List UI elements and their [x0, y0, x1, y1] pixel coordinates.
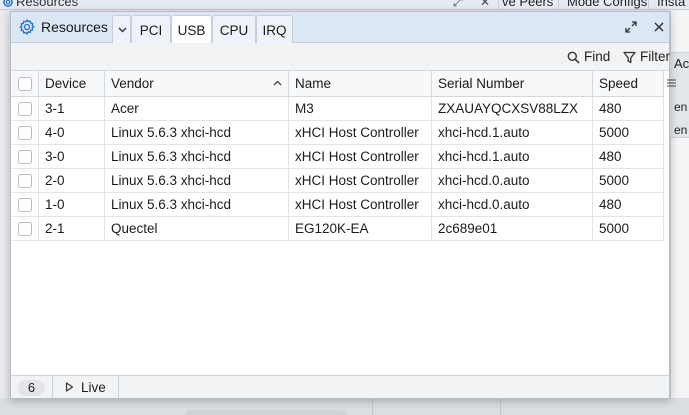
cell-name: M3	[289, 97, 432, 120]
background-tab-peers[interactable]: ve Peers	[498, 0, 561, 9]
filter-icon	[623, 51, 636, 64]
row-checkbox[interactable]	[18, 222, 32, 236]
cell-name: xHCI Host Controller	[289, 193, 432, 216]
cell-speed: 480	[593, 193, 664, 216]
table-row[interactable]: 2-1 Quectel EG120K-EA 2c689e01 5000	[11, 217, 664, 241]
background-scrollbar[interactable]	[185, 410, 347, 415]
tab-pci[interactable]: PCI	[131, 15, 171, 44]
cell-serial-number: 2c689e01	[432, 217, 593, 240]
cell-vendor: Acer	[105, 97, 289, 120]
find-label: Find	[584, 49, 611, 64]
column-header-vendor-label: Vendor	[111, 76, 154, 91]
cell-speed: 480	[593, 145, 664, 168]
cell-serial-number: xhci-hcd.0.auto	[432, 193, 593, 216]
table-row[interactable]: 4-0 Linux 5.6.3 xhci-hcd xHCI Host Contr…	[11, 121, 664, 145]
cell-device: 2-1	[39, 217, 105, 240]
live-label: Live	[81, 380, 106, 395]
row-checkbox[interactable]	[18, 126, 32, 140]
cell-name: EG120K-EA	[289, 217, 432, 240]
gear-icon	[19, 19, 35, 35]
resources-dialog: Resources PCI USB CPU IRQ Find Filter De…	[10, 11, 676, 399]
filter-label: Filter	[640, 49, 670, 64]
cell-vendor: Linux 5.6.3 xhci-hcd	[105, 145, 289, 168]
column-header-name[interactable]: Name	[289, 71, 432, 96]
find-button[interactable]: Find	[567, 49, 611, 67]
cell-name: xHCI Host Controller	[289, 169, 432, 192]
usb-devices-table: Device Vendor Name Serial Number Speed 3…	[11, 71, 676, 375]
divider	[372, 398, 373, 415]
cell-name: xHCI Host Controller	[289, 121, 432, 144]
cell-vendor: Linux 5.6.3 xhci-hcd	[105, 169, 289, 192]
table-row[interactable]: 2-0 Linux 5.6.3 xhci-hcd xHCI Host Contr…	[11, 169, 664, 193]
cell-serial-number: ZXAUAYQCXSV88LZX	[432, 97, 593, 120]
maximize-icon[interactable]	[623, 19, 639, 35]
close-icon[interactable]: ✕	[480, 0, 490, 9]
filter-button[interactable]: Filter	[623, 49, 671, 67]
header-select-cell	[11, 71, 39, 96]
row-select-cell	[11, 169, 39, 192]
row-checkbox[interactable]	[18, 150, 32, 164]
divider	[118, 376, 119, 399]
row-count-badge: 6	[18, 380, 45, 396]
search-icon	[567, 51, 580, 64]
background-tab-mode-configs[interactable]: Mode Configs	[558, 0, 655, 9]
column-header-device[interactable]: Device	[39, 71, 105, 96]
cell-speed: 5000	[593, 169, 664, 192]
row-checkbox[interactable]	[18, 102, 32, 116]
column-header-serial-number[interactable]: Serial Number	[432, 71, 593, 96]
table-row[interactable]: 3-0 Linux 5.6.3 xhci-hcd xHCI Host Contr…	[11, 145, 664, 169]
cell-vendor: Linux 5.6.3 xhci-hcd	[105, 121, 289, 144]
table-row[interactable]: 1-0 Linux 5.6.3 xhci-hcd xHCI Host Contr…	[11, 193, 664, 217]
maximize-icon[interactable]: ⤢	[453, 0, 463, 9]
tab-irq[interactable]: IRQ	[256, 15, 293, 44]
cell-device: 1-0	[39, 193, 105, 216]
cell-name: xHCI Host Controller	[289, 145, 432, 168]
cell-vendor: Quectel	[105, 217, 289, 240]
row-select-cell	[11, 145, 39, 168]
gear-icon	[3, 0, 13, 7]
cell-device: 3-1	[39, 97, 105, 120]
row-select-cell	[11, 217, 39, 240]
cell-device: 2-0	[39, 169, 105, 192]
column-header-vendor[interactable]: Vendor	[105, 71, 289, 96]
background-panel-item[interactable]: en	[674, 100, 687, 114]
cell-serial-number: xhci-hcd.1.auto	[432, 121, 593, 144]
cell-device: 4-0	[39, 121, 105, 144]
dialog-statusbar: 6 Live	[11, 375, 669, 399]
table-row[interactable]: 3-1 Acer M3 ZXAUAYQCXSV88LZX 480	[11, 97, 664, 121]
dialog-title: Resources	[41, 19, 108, 35]
row-select-cell	[11, 193, 39, 216]
column-header-speed[interactable]: Speed	[593, 71, 664, 96]
row-checkbox[interactable]	[18, 174, 32, 188]
close-icon[interactable]	[651, 19, 667, 35]
chevron-down-icon	[118, 27, 127, 33]
background-panel-heading: Ac	[674, 56, 689, 71]
tab-menu-button[interactable]	[112, 15, 131, 43]
divider	[500, 398, 501, 415]
hamburger-menu-icon[interactable]	[667, 79, 676, 87]
cell-serial-number: xhci-hcd.1.auto	[432, 145, 593, 168]
background-panel-item[interactable]: en	[674, 123, 687, 137]
tab-cpu[interactable]: CPU	[212, 15, 256, 44]
row-select-cell	[11, 97, 39, 120]
cell-serial-number: xhci-hcd.0.auto	[432, 169, 593, 192]
cell-speed: 5000	[593, 121, 664, 144]
divider	[52, 376, 53, 399]
row-select-cell	[11, 121, 39, 144]
cell-device: 3-0	[39, 145, 105, 168]
background-title: Resources	[16, 0, 79, 9]
dialog-toolbar: Find Filter	[11, 43, 671, 71]
play-icon	[65, 382, 74, 392]
cell-speed: 5000	[593, 217, 664, 240]
background-tab-install[interactable]: Insta	[648, 0, 689, 9]
dialog-titlebar[interactable]: Resources PCI USB CPU IRQ	[11, 12, 669, 45]
row-checkbox[interactable]	[18, 198, 32, 212]
cell-speed: 480	[593, 97, 664, 120]
select-all-checkbox[interactable]	[18, 77, 32, 91]
sort-ascending-icon	[273, 80, 282, 86]
tab-usb[interactable]: USB	[171, 15, 212, 45]
background-app-bar: Resources ⤢ ✕ ve Peers Mode Configs Inst…	[0, 0, 689, 10]
cell-vendor: Linux 5.6.3 xhci-hcd	[105, 193, 289, 216]
table-header-row: Device Vendor Name Serial Number Speed	[11, 71, 676, 97]
